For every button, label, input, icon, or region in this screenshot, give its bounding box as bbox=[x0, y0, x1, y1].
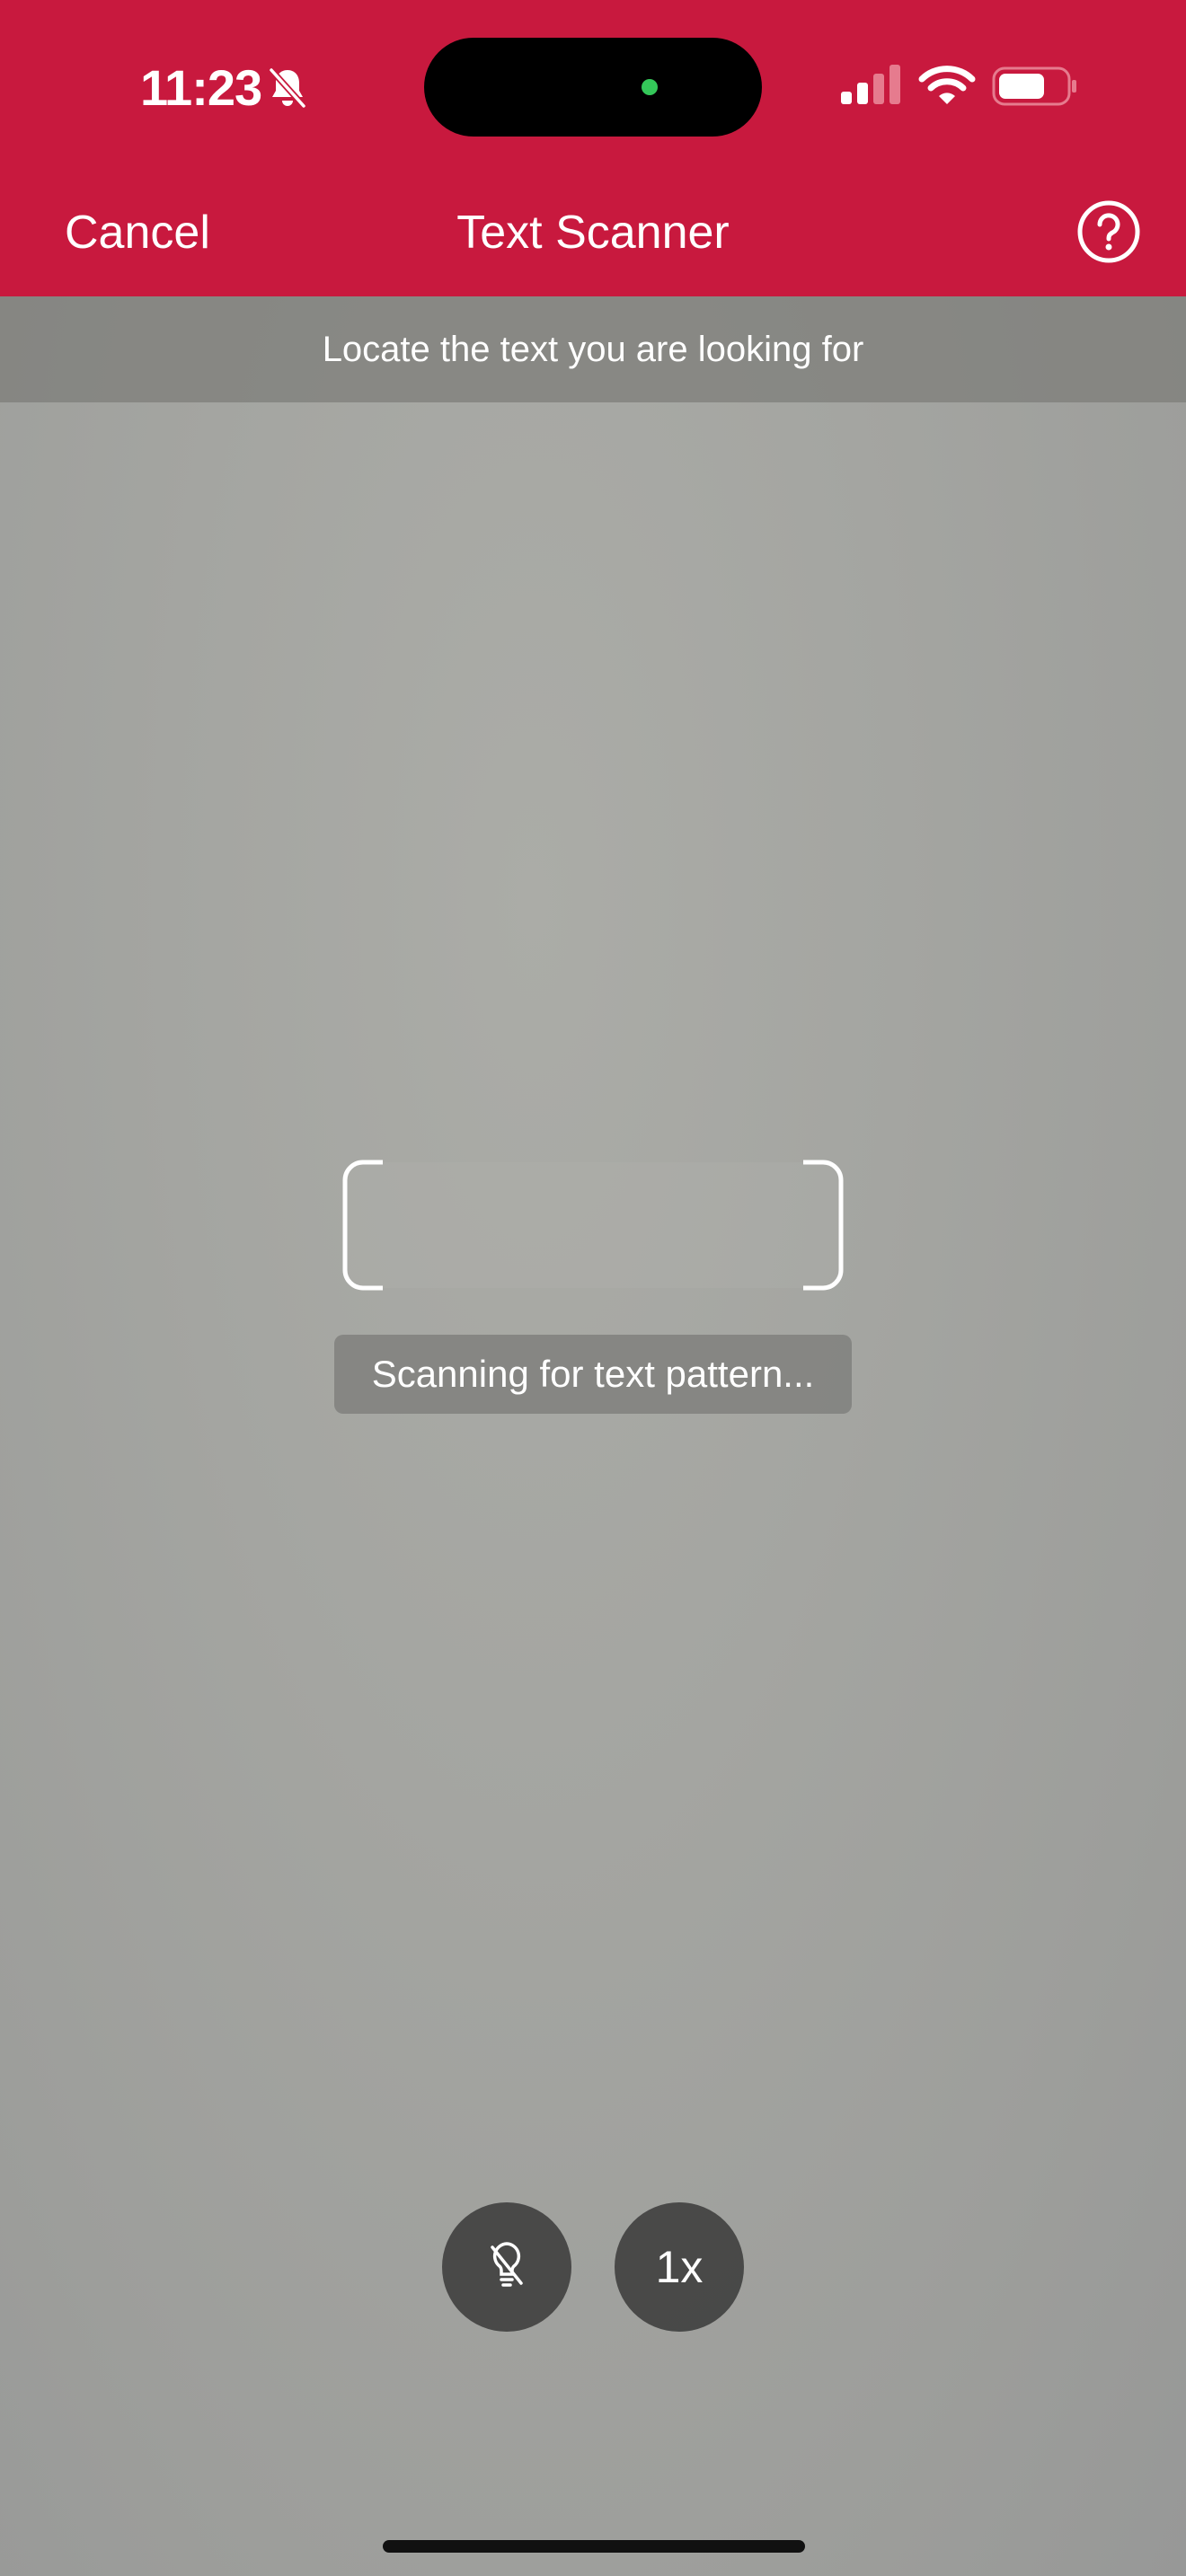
battery-icon bbox=[992, 66, 1078, 106]
instruction-text: Locate the text you are looking for bbox=[322, 329, 864, 369]
dynamic-island bbox=[424, 38, 762, 137]
camera-viewfinder: 11:23 Cancel Text Scanner Locate the tex… bbox=[0, 0, 1186, 2576]
header-bar: 11:23 Cancel Text Scanner bbox=[0, 0, 1186, 296]
question-circle-icon[interactable] bbox=[1076, 199, 1141, 264]
scan-status-text: Scanning for text pattern... bbox=[371, 1353, 815, 1395]
home-indicator[interactable] bbox=[383, 2540, 805, 2553]
scan-frame bbox=[341, 1159, 845, 1292]
signal-icon bbox=[839, 65, 902, 106]
zoom-label: 1x bbox=[655, 2242, 704, 2292]
instruction-banner: Locate the text you are looking for bbox=[0, 296, 1186, 402]
flashlight-off-icon bbox=[480, 2238, 534, 2297]
scan-status-label: Scanning for text pattern... bbox=[334, 1335, 852, 1414]
page-title: Text Scanner bbox=[456, 207, 730, 259]
flashlight-toggle-button[interactable] bbox=[442, 2202, 571, 2332]
camera-in-use-indicator bbox=[642, 79, 658, 95]
status-time: 11:23 bbox=[140, 58, 262, 116]
bell-slash-icon bbox=[264, 65, 311, 111]
zoom-button[interactable]: 1x bbox=[615, 2202, 744, 2332]
wifi-icon bbox=[918, 63, 976, 108]
